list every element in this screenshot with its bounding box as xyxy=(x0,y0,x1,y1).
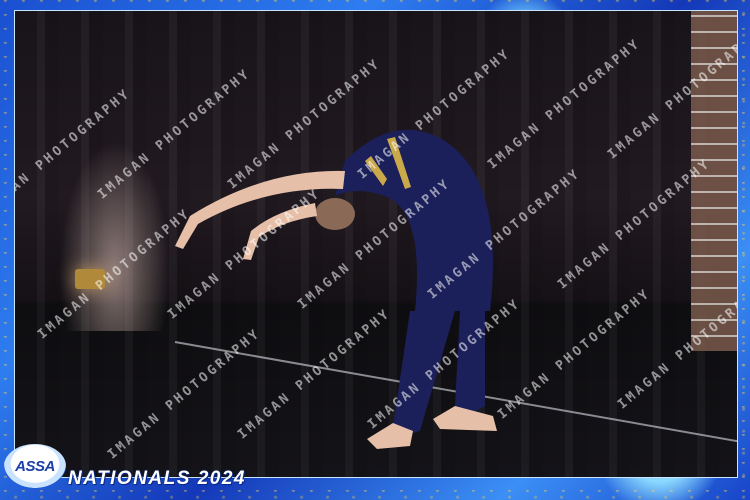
photo: IMAGAN PHOTOGRAPHY IMAGAN PHOTOGRAPHY IM… xyxy=(14,10,738,478)
event-title: NATIONALS 2024 xyxy=(68,468,246,489)
logo-text: ASSA xyxy=(15,457,55,475)
assa-logo: ASSA xyxy=(4,444,66,488)
dancer-figure xyxy=(175,129,497,449)
photo-frame-border: IMAGAN PHOTOGRAPHY IMAGAN PHOTOGRAPHY IM… xyxy=(0,0,750,500)
